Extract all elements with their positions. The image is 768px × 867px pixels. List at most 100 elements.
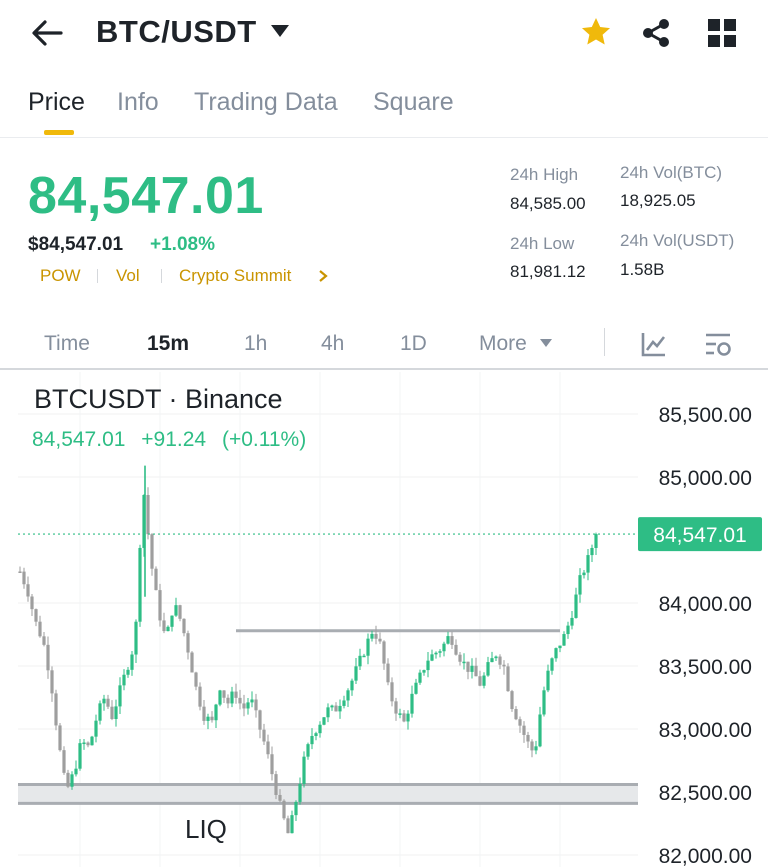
candle-body (574, 594, 578, 618)
candle-body (382, 641, 386, 664)
candle-body (442, 643, 446, 652)
candle-body (206, 716, 210, 721)
interval-divider (604, 328, 605, 356)
candle-body (230, 691, 234, 704)
y-tick-label: 82,000.00 (659, 845, 752, 867)
tab-square[interactable]: Square (373, 88, 454, 117)
candle-body (130, 654, 134, 670)
tab-trading-data[interactable]: Trading Data (194, 88, 338, 117)
candle-body (266, 741, 270, 755)
candle-body (106, 698, 110, 707)
candle-body (298, 784, 302, 802)
candle-body (226, 697, 230, 704)
candle-body (254, 699, 258, 711)
interval-more[interactable]: More (479, 332, 527, 356)
high-label: 24h High (510, 165, 579, 184)
candle-body (246, 702, 250, 709)
candle-body (562, 634, 566, 646)
candle-body (314, 733, 318, 736)
candle-body (330, 705, 334, 708)
chevron-right-icon[interactable] (318, 269, 328, 283)
star-favorite-icon[interactable] (580, 16, 612, 48)
interval-time[interactable]: Time (44, 332, 90, 356)
vol-btc-label: 24h Vol(BTC) (620, 163, 723, 182)
y-tick-label: 83,500.00 (659, 656, 752, 679)
candle-body (390, 682, 394, 702)
page-tabs: Price Info Trading Data Square (0, 68, 768, 138)
candle-body (114, 706, 118, 719)
y-tick-label: 84,000.00 (659, 593, 752, 616)
candle-body (350, 680, 354, 691)
candle-body (310, 735, 314, 745)
candle-body (258, 710, 262, 730)
candle-body (414, 682, 418, 694)
candle-body (394, 701, 398, 714)
candle-body (510, 691, 514, 710)
interval-4h[interactable]: 4h (321, 332, 344, 356)
pair-title[interactable]: BTC/USDT (96, 14, 257, 50)
vol-usdt-value: 1.58B (620, 260, 665, 279)
candle-body (194, 672, 198, 687)
top-bar: BTC/USDT (0, 0, 768, 68)
vol-usdt-label: 24h Vol(USDT) (620, 231, 735, 250)
candle-body (590, 547, 594, 556)
candle-body (554, 648, 558, 659)
candle-body (494, 656, 498, 659)
low-label: 24h Low (510, 234, 575, 253)
candle-body (450, 636, 454, 645)
tab-price[interactable]: Price (28, 88, 85, 117)
candle-body (378, 638, 382, 642)
interval-1h[interactable]: 1h (244, 332, 267, 356)
candle-body (126, 669, 130, 675)
candle-body (366, 638, 370, 656)
interval-1d[interactable]: 1D (400, 332, 427, 356)
tab-info[interactable]: Info (117, 88, 159, 117)
candle-body (438, 651, 442, 653)
candle-body (338, 705, 342, 712)
candle-body (558, 645, 562, 649)
last-price-label: 84,547.01 (653, 524, 746, 547)
candle-body (146, 494, 150, 535)
candle-body (186, 633, 190, 653)
candle-body (242, 703, 246, 709)
candle-body (214, 704, 218, 721)
caret-down-icon[interactable] (270, 24, 290, 38)
back-arrow-icon[interactable] (30, 18, 64, 48)
interval-15m[interactable]: 15m (147, 332, 189, 356)
candle-body (466, 661, 470, 672)
candle-body (326, 707, 330, 718)
candle-body (302, 756, 306, 785)
candle-body (426, 660, 430, 671)
candle-body (290, 815, 294, 834)
candle-body (202, 706, 206, 721)
tag-crypto-summit[interactable]: Crypto Summit (179, 266, 291, 286)
caret-down-icon[interactable] (540, 339, 552, 348)
candle-body (262, 729, 266, 742)
candle-body (286, 818, 290, 834)
candle-body (218, 690, 222, 705)
candle-body (354, 666, 358, 681)
candle-body (586, 555, 590, 573)
candle-body (402, 713, 406, 722)
chart-change-abs: +91.24 (141, 428, 207, 451)
candle-body (578, 575, 582, 595)
candle-body (526, 734, 530, 742)
tag-vol[interactable]: Vol (116, 266, 140, 286)
support-zone (18, 784, 638, 804)
candle-body (42, 636, 46, 645)
grid-menu-icon[interactable] (707, 18, 737, 48)
chart-settings-icon[interactable] (704, 330, 734, 358)
indicator-chart-icon[interactable] (640, 330, 668, 358)
candle-body (174, 605, 178, 616)
tag-divider (97, 269, 98, 283)
candle-body (150, 534, 154, 569)
candle-body (250, 699, 254, 703)
candle-body (418, 672, 422, 683)
tag-pow[interactable]: POW (40, 266, 81, 286)
candle-body (122, 674, 126, 686)
candle-body (502, 664, 506, 667)
candle-body (498, 656, 502, 665)
share-icon[interactable] (640, 17, 672, 49)
candle-body (306, 744, 310, 757)
candle-body (334, 705, 338, 712)
